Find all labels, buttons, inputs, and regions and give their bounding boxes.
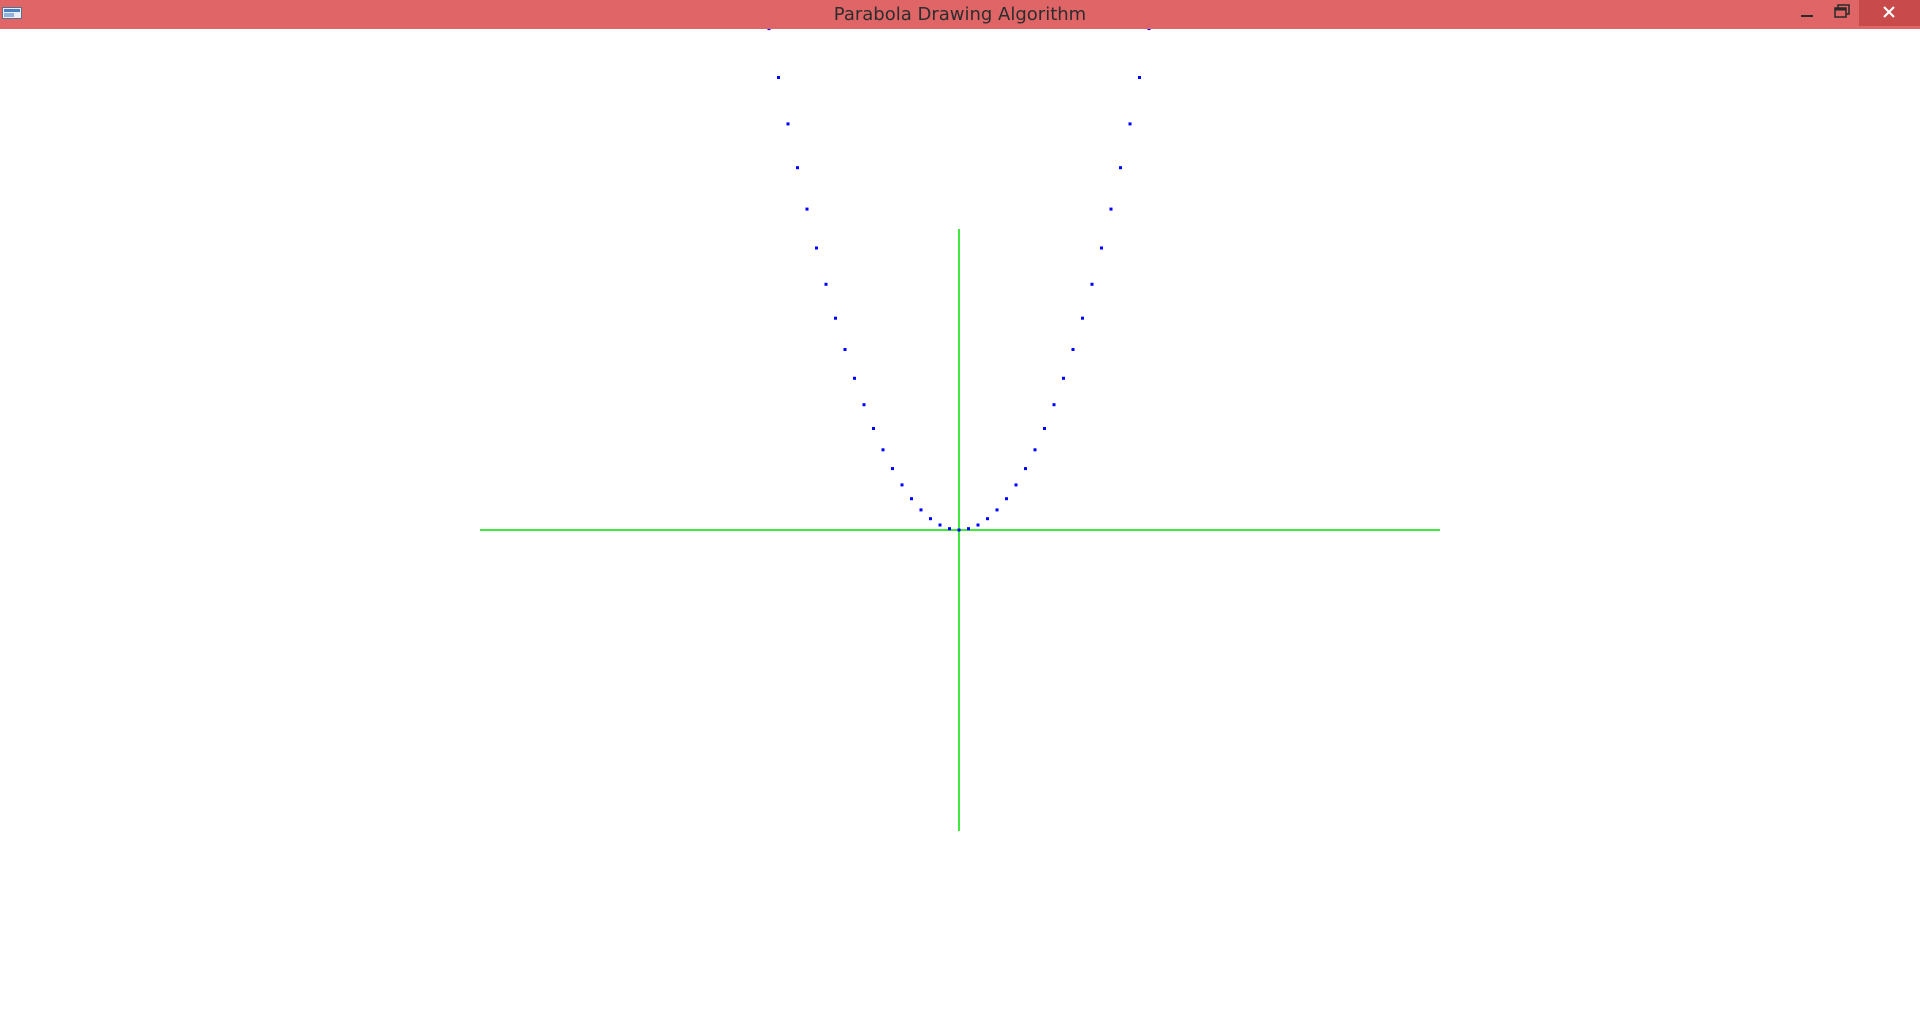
parabola-point [910,497,913,501]
parabola-point [881,448,885,452]
parabola-point [995,508,999,512]
parabola-point [1014,483,1018,487]
parabola-point [872,427,875,430]
parabola-point [1005,497,1008,501]
title-bar[interactable]: Parabola Drawing Algorithm [0,0,1920,29]
close-button[interactable] [1859,0,1920,26]
parabola-point [1052,403,1056,407]
parabola-point [957,528,961,532]
drawing-canvas [480,29,1440,831]
parabola-point [1024,467,1027,471]
parabola-point [1033,448,1037,452]
parabola-point [843,348,847,351]
parabola-point [1081,316,1084,320]
app-window: Parabola Drawing Algorithm [0,0,1920,1030]
parabola-point [805,207,809,211]
parabola-point [891,467,894,471]
parabola-point [815,246,818,250]
minimize-button[interactable] [1792,0,1822,26]
parabola-point [900,483,904,487]
parabola-point [767,29,771,31]
parabola-point [1043,427,1046,430]
parabola-point [1138,76,1141,79]
parabola-point [967,527,970,531]
parabola-point [919,508,923,512]
parabola-point [1090,282,1094,286]
parabola-point [938,523,942,527]
parabola-point [1100,246,1103,250]
minimize-icon [1801,15,1813,17]
parabola-point [929,517,932,521]
parabola-point [1128,122,1132,126]
window-title: Parabola Drawing Algorithm [833,4,1087,25]
parabola-point [786,122,790,126]
parabola-point [834,316,837,320]
parabola-point [796,166,799,170]
parabola-point [853,376,856,380]
parabola-point [1109,207,1113,211]
parabola-point [1119,166,1122,170]
parabola-point [777,76,780,79]
maximize-icon [1834,4,1850,18]
parabola-point [986,517,989,521]
parabola-point [1071,348,1075,351]
parabola-point [948,527,951,531]
parabola-point [862,403,866,407]
maximize-button[interactable] [1826,0,1856,26]
parabola-point [976,523,980,527]
parabola-point [1062,376,1065,380]
parabola-point [824,282,828,286]
parabola-point [1147,29,1151,31]
